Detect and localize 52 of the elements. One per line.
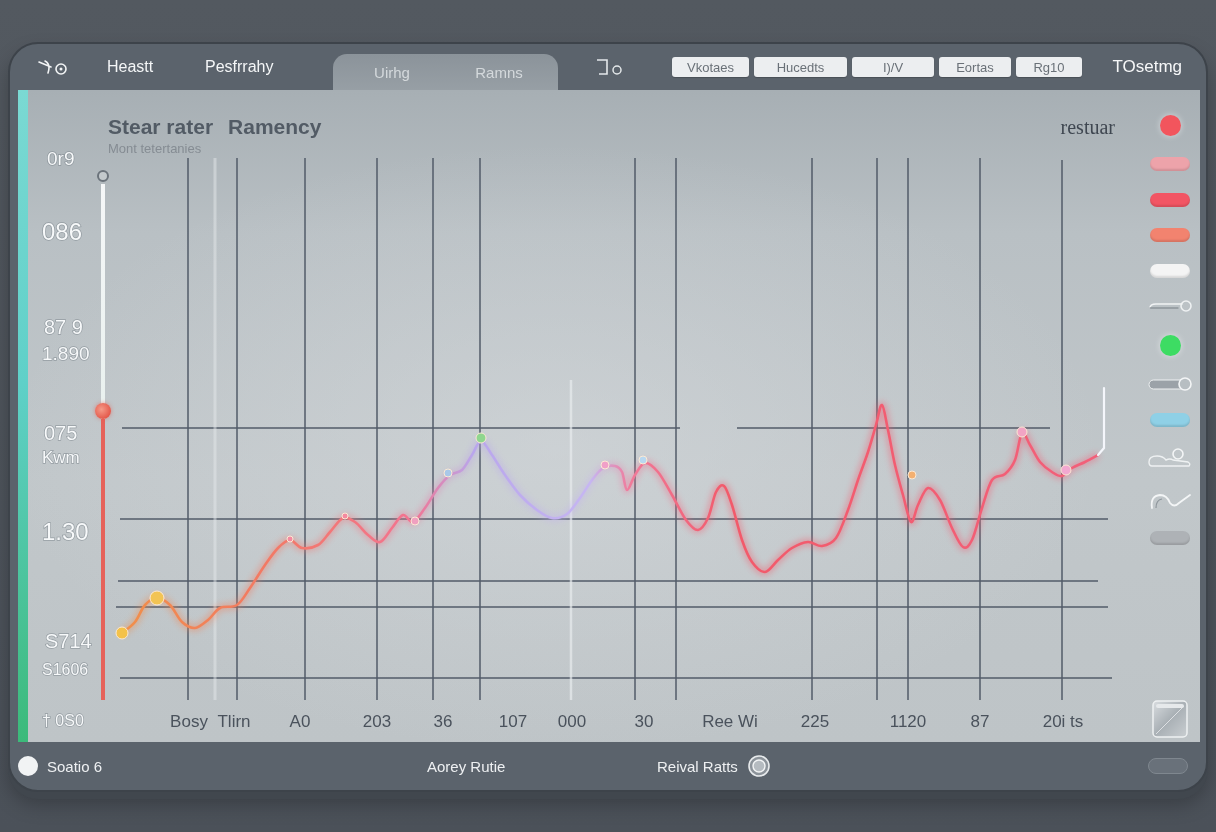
axis-label: 225: [800, 712, 830, 731]
corner-label: restuar: [1060, 115, 1115, 139]
axis-label: A0: [289, 712, 311, 731]
chart-title: Stear rater: [108, 115, 214, 139]
nav-link[interactable]: Pesfrrahy: [205, 58, 274, 76]
axis-label: 87: [970, 712, 990, 731]
ring-icon[interactable]: [747, 755, 770, 777]
pill-swatch[interactable]: [1150, 263, 1190, 278]
status-label: Soatio 6: [47, 757, 103, 775]
axis-label: 203: [362, 712, 392, 731]
cloud-outline-icon[interactable]: [1148, 448, 1192, 469]
axis-label: 1.890: [42, 342, 90, 364]
chart-title: Ramency: [228, 115, 322, 139]
axis-label: 086: [42, 217, 83, 245]
footer-label: Reival Ratts: [657, 757, 738, 775]
toolbar-button[interactable]: Rg10: [1016, 57, 1082, 77]
toolbar-button[interactable]: Eortas: [939, 57, 1011, 77]
axis-label: † 0S0: [42, 711, 84, 729]
nav-link[interactable]: Heastt: [107, 58, 154, 76]
square-icon[interactable]: [1152, 700, 1188, 738]
pill-swatch[interactable]: [1150, 531, 1190, 545]
axis-label: Tlirn: [217, 712, 251, 731]
footer-label: Aorey Rutie: [427, 757, 506, 775]
axis-label: Ree Wi: [702, 712, 758, 731]
axis-label: S1606: [42, 660, 89, 678]
axis-label: S714: [45, 630, 92, 653]
toolbar-button[interactable]: Hucedts: [754, 57, 847, 77]
toolbar-button[interactable]: I)/V: [852, 57, 934, 77]
toolbar-button[interactable]: Vkotaes: [672, 57, 749, 77]
pill-swatch[interactable]: [1150, 192, 1190, 207]
bracket-icon[interactable]: [595, 58, 625, 76]
pill-button[interactable]: [1148, 758, 1188, 774]
slider-thumb[interactable]: [95, 403, 111, 420]
pill-swatch[interactable]: [1150, 157, 1190, 172]
axis-label: 0r9: [47, 147, 75, 169]
axis-label: 20i ts: [1042, 712, 1084, 731]
mini-slider-icon[interactable]: [1148, 377, 1192, 392]
axis-label: 1120: [889, 712, 927, 731]
axis-label: Bosy: [170, 712, 208, 731]
ring-icon: [97, 170, 109, 182]
pill-swatch[interactable]: [1150, 412, 1190, 427]
switch-outline-icon[interactable]: [1148, 299, 1192, 314]
pill-swatch[interactable]: [1150, 228, 1190, 243]
settings-label[interactable]: TOsetmg: [1112, 57, 1182, 77]
axis-label: 000: [557, 712, 587, 731]
axis-label: 36: [433, 712, 453, 731]
circle-icon: [18, 756, 38, 776]
axis-label: 30: [634, 712, 654, 731]
axis-label: 075: [44, 422, 78, 445]
axis-label: 87 9: [44, 316, 83, 339]
logo-icon: [38, 59, 68, 75]
axis-label: 107: [498, 712, 528, 731]
